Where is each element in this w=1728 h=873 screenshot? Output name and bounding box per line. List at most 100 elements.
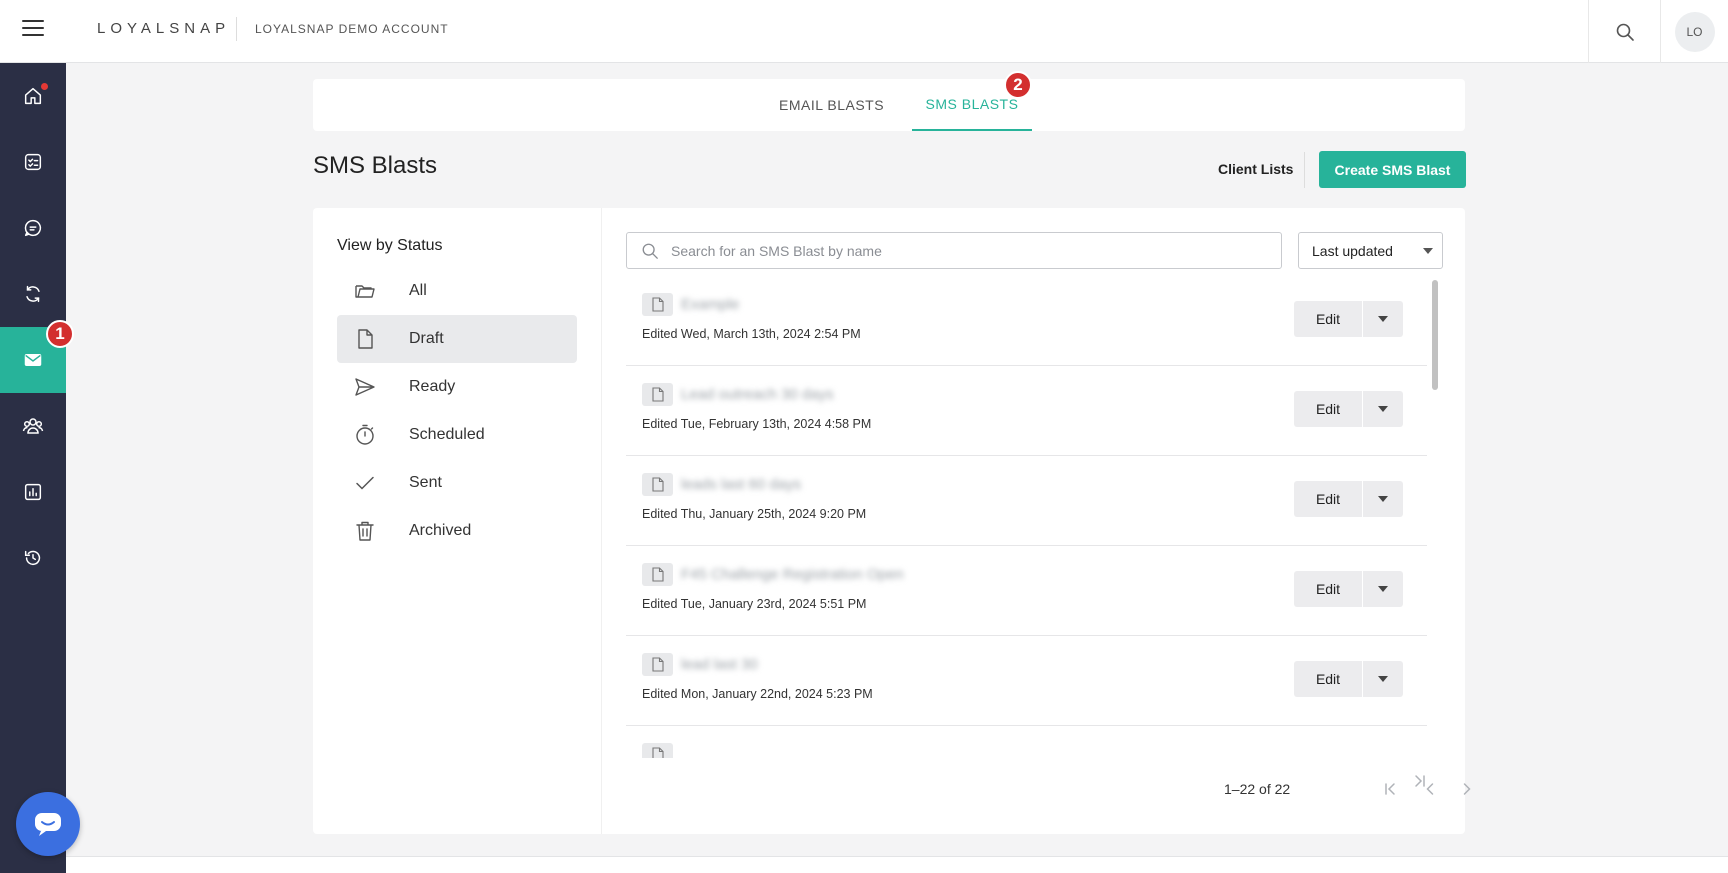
nav-messages[interactable] <box>0 195 66 261</box>
tab-step-badge: 2 <box>1004 71 1032 99</box>
status-label: Draft <box>409 330 444 347</box>
avatar-container: LO <box>1660 0 1728 63</box>
list-scrollbar[interactable] <box>1431 276 1439 758</box>
blast-edited-time: Edited Wed, March 13th, 2024 2:54 PM <box>642 327 861 341</box>
notification-dot <box>41 83 48 90</box>
client-lists-link[interactable]: Client Lists <box>1218 161 1293 177</box>
community-icon <box>22 418 44 434</box>
status-item-archived[interactable]: Archived <box>337 507 577 555</box>
page-title: SMS Blasts <box>313 152 438 179</box>
left-nav <box>0 63 66 873</box>
pagination: 1–22 of 22 <box>602 768 1471 808</box>
blast-list-panel: Last updated Example Edited Wed, March 1… <box>601 208 1471 834</box>
menu-icon[interactable] <box>22 20 44 38</box>
search-box[interactable] <box>626 232 1282 269</box>
blast-edited-time: Edited Thu, January 25th, 2024 9:20 PM <box>642 507 867 521</box>
edit-menu-dropdown[interactable] <box>1363 481 1403 517</box>
account-name: LOYALSNAP DEMO ACCOUNT <box>255 22 449 36</box>
status-item-ready[interactable]: Ready <box>337 363 577 411</box>
list-item[interactable]: lead last 30 Edited Mon, January 22nd, 2… <box>626 636 1427 726</box>
chat-bubble-icon <box>35 813 61 836</box>
blast-tabs: EMAIL BLASTS SMS BLASTS <box>313 79 1465 131</box>
list-item[interactable]: leads last 60 days Edited Thu, January 2… <box>626 456 1427 546</box>
status-label: All <box>409 282 427 299</box>
status-label: Scheduled <box>409 426 485 443</box>
bottom-strip <box>66 856 1728 873</box>
status-item-sent[interactable]: Sent <box>337 459 577 507</box>
edit-menu-dropdown[interactable] <box>1363 391 1403 427</box>
chat-icon <box>24 219 42 237</box>
sort-select[interactable]: Last updated <box>1298 232 1443 269</box>
status-label: Ready <box>409 378 456 395</box>
document-icon <box>642 563 673 586</box>
nav-step-badge: 1 <box>46 320 74 348</box>
blast-name: F45 Challenge Registration Open <box>681 566 904 583</box>
search-icon <box>642 243 658 259</box>
create-sms-blast-button[interactable]: Create SMS Blast <box>1319 151 1466 188</box>
status-item-scheduled[interactable]: Scheduled <box>337 411 577 459</box>
blast-edited-time: Edited Tue, January 23rd, 2024 5:51 PM <box>642 597 867 611</box>
report-icon <box>24 483 42 501</box>
nav-home[interactable] <box>0 63 66 129</box>
list-item[interactable]: F45 Challenge Registration Open Edited T… <box>626 546 1427 636</box>
edit-button[interactable]: Edit <box>1294 391 1362 427</box>
tab-email-blasts[interactable]: EMAIL BLASTS <box>779 79 884 131</box>
status-filter-panel: View by Status All Draft Ready Scheduled… <box>313 208 601 834</box>
list-item[interactable] <box>626 726 1427 758</box>
edit-button[interactable]: Edit <box>1294 301 1362 337</box>
chevron-down-icon <box>1423 248 1433 254</box>
chat-widget-button[interactable] <box>16 792 80 856</box>
nav-community[interactable] <box>0 393 66 459</box>
document-icon <box>642 293 673 316</box>
edit-menu-dropdown[interactable] <box>1363 661 1403 697</box>
list-item[interactable]: Lead outreach 30 days Edited Tue, Februa… <box>626 366 1427 456</box>
chevron-right-icon <box>1463 783 1471 795</box>
status-item-all[interactable]: All <box>337 267 577 315</box>
last-page-icon <box>1415 775 1425 787</box>
scrollbar-thumb[interactable] <box>1432 280 1438 390</box>
sort-selected-value: Last updated <box>1312 242 1393 259</box>
first-page-button[interactable] <box>1378 777 1402 801</box>
blast-edited-time: Edited Tue, February 13th, 2024 4:58 PM <box>642 417 872 431</box>
blast-edited-time: Edited Mon, January 22nd, 2024 5:23 PM <box>642 687 873 701</box>
blast-name: Example <box>681 296 740 313</box>
timer-icon <box>356 424 374 445</box>
avatar[interactable]: LO <box>1674 11 1715 52</box>
document-icon <box>358 329 373 349</box>
edit-menu-dropdown[interactable] <box>1363 301 1403 337</box>
logo[interactable]: LOYALSNAP <box>97 20 230 37</box>
edit-button[interactable]: Edit <box>1294 481 1362 517</box>
list-item[interactable]: Example Edited Wed, March 13th, 2024 2:5… <box>626 276 1427 366</box>
top-bar: LOYALSNAP LOYALSNAP DEMO ACCOUNT LO <box>0 0 1728 63</box>
nav-automations[interactable] <box>0 261 66 327</box>
status-item-draft[interactable]: Draft <box>337 315 577 363</box>
document-icon <box>642 653 673 676</box>
first-page-icon <box>1385 783 1395 795</box>
trash-icon <box>356 521 374 541</box>
search-input[interactable] <box>671 239 1271 263</box>
nav-reports[interactable] <box>0 459 66 525</box>
document-icon <box>642 743 673 758</box>
edit-menu-dropdown[interactable] <box>1363 571 1403 607</box>
history-icon <box>24 550 41 566</box>
pagination-range: 1–22 of 22 <box>1224 781 1291 797</box>
last-page-button[interactable] <box>1408 769 1432 793</box>
blast-name: leads last 60 days <box>681 476 802 493</box>
edit-button[interactable]: Edit <box>1294 661 1362 697</box>
blast-name: lead last 30 <box>681 656 758 673</box>
refresh-icon <box>26 285 40 303</box>
nav-history[interactable] <box>0 525 66 591</box>
logo-divider <box>236 17 237 41</box>
send-icon <box>355 378 375 396</box>
blast-list: Example Edited Wed, March 13th, 2024 2:5… <box>626 276 1427 758</box>
edit-button[interactable]: Edit <box>1294 571 1362 607</box>
nav-tasks[interactable] <box>0 129 66 195</box>
search-icon <box>1616 23 1634 41</box>
blast-name: Lead outreach 30 days <box>681 386 834 403</box>
status-label: Sent <box>409 474 442 491</box>
document-icon <box>642 383 673 406</box>
mail-icon <box>24 354 42 366</box>
search-button[interactable] <box>1588 0 1660 63</box>
next-page-button[interactable] <box>1455 777 1479 801</box>
status-label: Archived <box>409 522 472 539</box>
